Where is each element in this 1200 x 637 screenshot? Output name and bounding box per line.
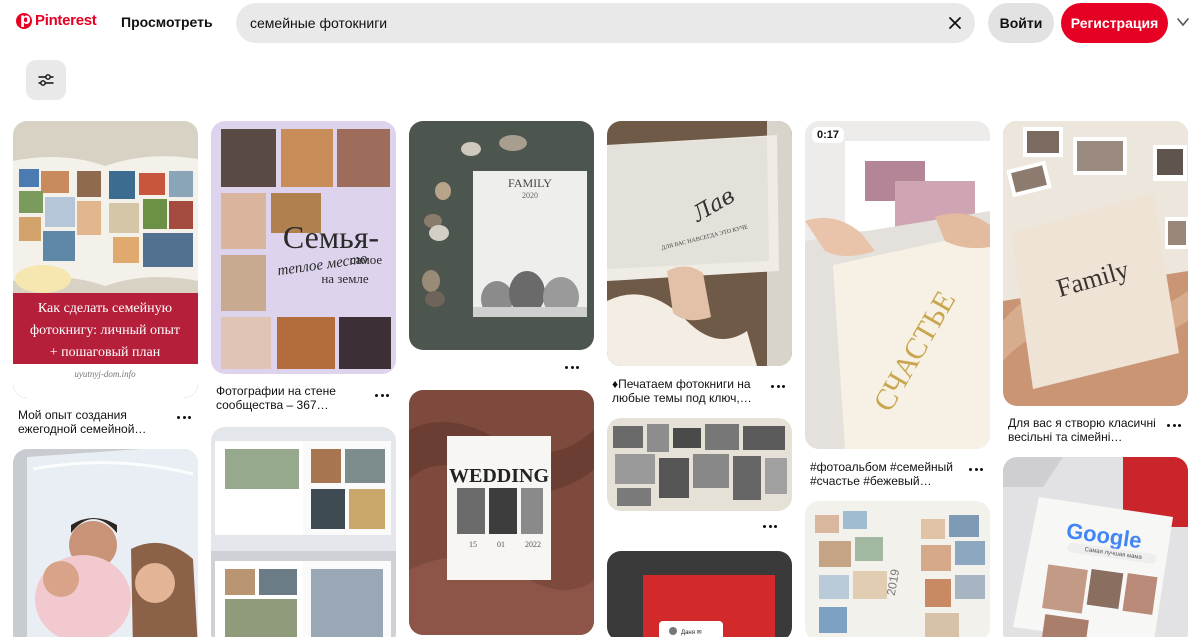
pin-caption-line-2: весільні та сімейні… — [1008, 430, 1123, 444]
pin-caption-line-1: ♦Печатаем фотокниги на — [612, 377, 751, 391]
pin-caption[interactable]: #фотоальбом #семейный #счастье #бежевый… — [810, 460, 960, 488]
pin-image[interactable]: Как сделать семейную фотокнигу: личный о… — [13, 121, 198, 398]
pin-image-art — [13, 449, 198, 637]
pin-image-art: Google Самая лучшая мама — [1003, 457, 1188, 637]
browse-link[interactable]: Просмотреть — [121, 14, 213, 30]
more-options-button[interactable] — [1176, 15, 1192, 29]
date-day: 15 — [469, 540, 477, 549]
pin-caption-line-2: сообщества – 367… — [216, 398, 329, 412]
pin-caption-line-2: #счастье #бежевый… — [810, 474, 932, 488]
search-bar[interactable] — [236, 3, 975, 43]
pin-image[interactable] — [211, 427, 396, 637]
pin-card[interactable]: Даня ✉ — [607, 551, 792, 637]
video-duration-badge: 0:17 — [812, 127, 845, 143]
more-options-icon[interactable] — [565, 364, 579, 370]
date-month: 01 — [497, 540, 505, 549]
more-options-icon[interactable] — [771, 383, 785, 389]
more-options-icon[interactable] — [1167, 422, 1181, 428]
pin-card[interactable]: Лав ДЛЯ ВАС НАВСЕГДА ЭТО КУЧЕ ♦Печатаем … — [607, 121, 792, 406]
pin-card[interactable]: Google Самая лучшая мама — [1003, 457, 1188, 637]
pin-overlay-title-line-3: + пошаговый план — [50, 345, 161, 360]
pin-caption[interactable]: ♦Печатаем фотокниги на любые темы под кл… — [612, 377, 762, 405]
pin-card[interactable] — [607, 418, 792, 538]
pin-image-art: 2019 — [805, 501, 990, 637]
more-options-icon[interactable] — [177, 414, 191, 420]
pin-image[interactable]: СЧАСТЬЕ 0:17 — [805, 121, 990, 449]
pin-card[interactable]: WEDDING 15 01 2022 — [409, 390, 594, 635]
pin-site-label: uyutnyj-dom.info — [74, 369, 136, 379]
pin-image-art: Лав ДЛЯ ВАС НАВСЕГДА ЭТО КУЧЕ — [607, 121, 792, 366]
book-year: 2020 — [522, 191, 538, 200]
login-button[interactable]: Войти — [988, 3, 1054, 43]
pin-image-art: WEDDING 15 01 2022 — [409, 390, 594, 635]
pin-image[interactable]: 2019 — [805, 501, 990, 637]
pin-image[interactable]: FAMILY 2020 — [409, 121, 594, 350]
pin-caption[interactable]: Для вас я створю класичні весільні та сі… — [1008, 416, 1158, 444]
pin-card[interactable] — [211, 427, 396, 637]
close-icon — [949, 17, 961, 29]
more-options-icon[interactable] — [969, 466, 983, 472]
pin-image[interactable]: Даня ✉ — [607, 551, 792, 637]
pinterest-logo[interactable]: Pinterest — [16, 10, 97, 29]
pin-image[interactable]: Google Самая лучшая мама — [1003, 457, 1188, 637]
pin-image[interactable]: WEDDING 15 01 2022 — [409, 390, 594, 635]
pin-image-art — [211, 427, 396, 637]
pin-overlay-title-line-2: фотокнигу: личный опыт — [30, 323, 180, 338]
chevron-down-icon — [1177, 18, 1189, 27]
pin-card[interactable]: СЧАСТЬЕ 0:17 #фотоальбом #семейный #счас… — [805, 121, 990, 491]
pin-caption-line-1: Мой опыт создания — [18, 408, 127, 422]
clear-search-button[interactable] — [945, 13, 965, 33]
signup-button[interactable]: Регистрация — [1061, 3, 1168, 43]
filter-button[interactable] — [26, 60, 66, 100]
pin-image[interactable] — [13, 449, 198, 637]
pin-caption-line-1: Для вас я створю класичні — [1008, 416, 1156, 430]
pin-caption-line-2: любые темы под ключ,… — [612, 391, 752, 405]
pin-card[interactable]: 2019 — [805, 501, 990, 637]
search-input[interactable] — [250, 3, 930, 43]
pin-overlay-title-line-1: Как сделать семейную — [38, 301, 172, 316]
pin-caption-line-2: ежегодной семейной… — [18, 422, 147, 436]
pin-caption[interactable]: Фотографии на стене сообщества – 367… — [216, 384, 366, 412]
filter-sliders-icon — [38, 74, 54, 86]
top-bar: Pinterest Просмотреть Войти Регистрация — [0, 0, 1200, 46]
pin-image[interactable] — [607, 418, 792, 511]
pin-card[interactable]: Как сделать семейную фотокнигу: личный о… — [13, 121, 198, 441]
pin-image-art: FAMILY 2020 — [409, 121, 594, 350]
pin-card[interactable]: FAMILY 2020 — [409, 121, 594, 371]
pin-image-art — [607, 418, 792, 511]
book-title: WEDDING — [449, 465, 549, 487]
more-options-icon[interactable] — [375, 392, 389, 398]
pin-card[interactable]: Family Для вас я створю класичні весільн… — [1003, 121, 1188, 451]
pin-caption[interactable]: Мой опыт создания ежегодной семейной… — [18, 408, 168, 436]
book-title: FAMILY — [508, 176, 552, 190]
pin-image-art: Family — [1003, 121, 1188, 406]
pinterest-logo-icon — [16, 10, 32, 29]
more-options-icon[interactable] — [763, 523, 777, 529]
pin-card[interactable] — [13, 449, 198, 637]
pin-caption-line-1: Фотографии на стене — [216, 384, 336, 398]
logo-text: Pinterest — [35, 12, 97, 29]
pin-heading-1: Семья- — [283, 219, 379, 255]
pin-image-art: СЧАСТЬЕ — [805, 121, 990, 449]
pin-caption-line-1: #фотоальбом #семейный — [810, 460, 953, 474]
pin-heading-4: на земле — [321, 271, 369, 286]
pin-image-art: Семья- самое теплое место на земле — [211, 121, 396, 374]
pin-image[interactable]: Family — [1003, 121, 1188, 406]
dm-name: Даня ✉ — [681, 630, 702, 636]
pin-card[interactable]: Семья- самое теплое место на земле Фотог… — [211, 121, 396, 421]
pin-image-art: Как сделать семейную фотокнигу: личный о… — [13, 121, 198, 398]
pin-image[interactable]: Семья- самое теплое место на земле — [211, 121, 396, 374]
pin-image[interactable]: Лав ДЛЯ ВАС НАВСЕГДА ЭТО КУЧЕ — [607, 121, 792, 366]
pin-image-art: Даня ✉ — [607, 551, 792, 637]
date-year: 2022 — [525, 540, 541, 549]
